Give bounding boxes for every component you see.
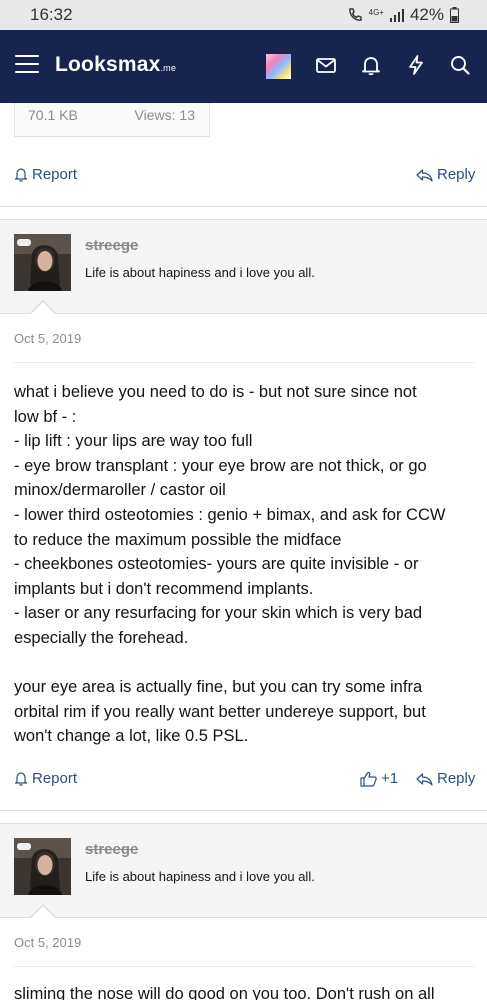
message-line: - laser or any resurfacing for your skin…	[14, 604, 423, 623]
username[interactable]: streege	[85, 841, 138, 858]
phone-wifi-icon	[348, 8, 362, 21]
message-line: - lip lift : your lips are way too full	[14, 432, 253, 451]
message-line: low bf - :	[14, 407, 77, 426]
message-line: your eye area is actually fine, but you …	[14, 678, 423, 697]
status-time: 16:32	[30, 5, 73, 24]
message-line: implants but i don't recommend implants.	[14, 579, 314, 598]
post-user-block: streege Life is about hapiness and i lov…	[0, 219, 487, 314]
user-title: Life is about hapiness and i love you al…	[85, 869, 315, 884]
post-message: what i believe you need to do is - but n…	[14, 380, 477, 749]
report-bell-icon	[14, 168, 28, 182]
user-block-caret	[31, 302, 55, 314]
message-line: - cheekbones osteotomies- yours are quit…	[14, 555, 419, 574]
menu-icon[interactable]	[15, 55, 39, 75]
thumbs-up-icon	[360, 771, 377, 787]
username[interactable]: streege	[85, 237, 138, 254]
reply-link[interactable]: Reply	[416, 166, 475, 183]
battery-level: 42%	[409, 5, 444, 24]
signal-icon	[389, 8, 404, 22]
status-indicators: 4G+ 42%	[347, 5, 459, 25]
search-icon[interactable]	[449, 54, 471, 76]
post-date[interactable]: Oct 5, 2019	[14, 935, 81, 950]
report-bell-icon	[14, 772, 28, 786]
reply-icon	[416, 772, 433, 786]
message-line: - lower third osteotomies : genio + bima…	[14, 505, 446, 524]
message-line: won't change a lot, like 0.5 PSL.	[14, 727, 249, 746]
post-date[interactable]: Oct 5, 2019	[14, 331, 81, 346]
report-link[interactable]: Report	[14, 770, 77, 787]
user-title: Life is about hapiness and i love you al…	[85, 265, 315, 280]
message-line: sliming the nose will do good on you too…	[14, 985, 435, 1000]
battery-icon	[450, 7, 459, 23]
mail-icon[interactable]	[315, 54, 337, 76]
avatar[interactable]	[14, 234, 71, 291]
message-line: what i believe you need to do is - but n…	[14, 383, 417, 401]
attachment-views: Views: 13	[134, 107, 195, 123]
bell-icon[interactable]	[360, 54, 382, 76]
message-line: orbital rim if you really want better un…	[14, 702, 426, 721]
message-line: - eye brow transplant : your eye brow ar…	[14, 456, 427, 475]
network-type: 4G+	[368, 8, 384, 17]
status-bar: 16:32 4G+ 42%	[0, 0, 487, 30]
message-line: to reduce the maximum possible the midfa…	[14, 530, 342, 549]
attachment-card[interactable]: 70.1 KB Views: 13	[14, 103, 210, 137]
date-divider	[14, 362, 474, 363]
post-divider	[0, 810, 487, 811]
avatar[interactable]	[14, 838, 71, 895]
message-line: especially the forehead.	[14, 628, 189, 647]
date-divider	[14, 966, 474, 967]
attachment-size: 70.1 KB	[28, 107, 78, 123]
site-header: Looksmax.me	[0, 30, 487, 103]
post-divider	[0, 206, 487, 207]
reply-icon	[416, 168, 433, 182]
message-line: minox/dermaroller / castor oil	[14, 481, 226, 500]
post-message: sliming the nose will do good on you too…	[14, 982, 477, 1000]
like-button[interactable]: +1	[360, 770, 398, 787]
report-link[interactable]: Report	[14, 166, 77, 183]
reply-link[interactable]: Reply	[416, 770, 475, 787]
reaction-count: +1	[381, 770, 399, 787]
user-block-caret	[31, 906, 55, 918]
user-avatar-button[interactable]	[266, 54, 291, 79]
site-logo[interactable]: Looksmax.me	[55, 53, 176, 77]
bolt-icon[interactable]	[405, 54, 427, 76]
post-user-block: streege Life is about hapiness and i lov…	[0, 823, 487, 918]
